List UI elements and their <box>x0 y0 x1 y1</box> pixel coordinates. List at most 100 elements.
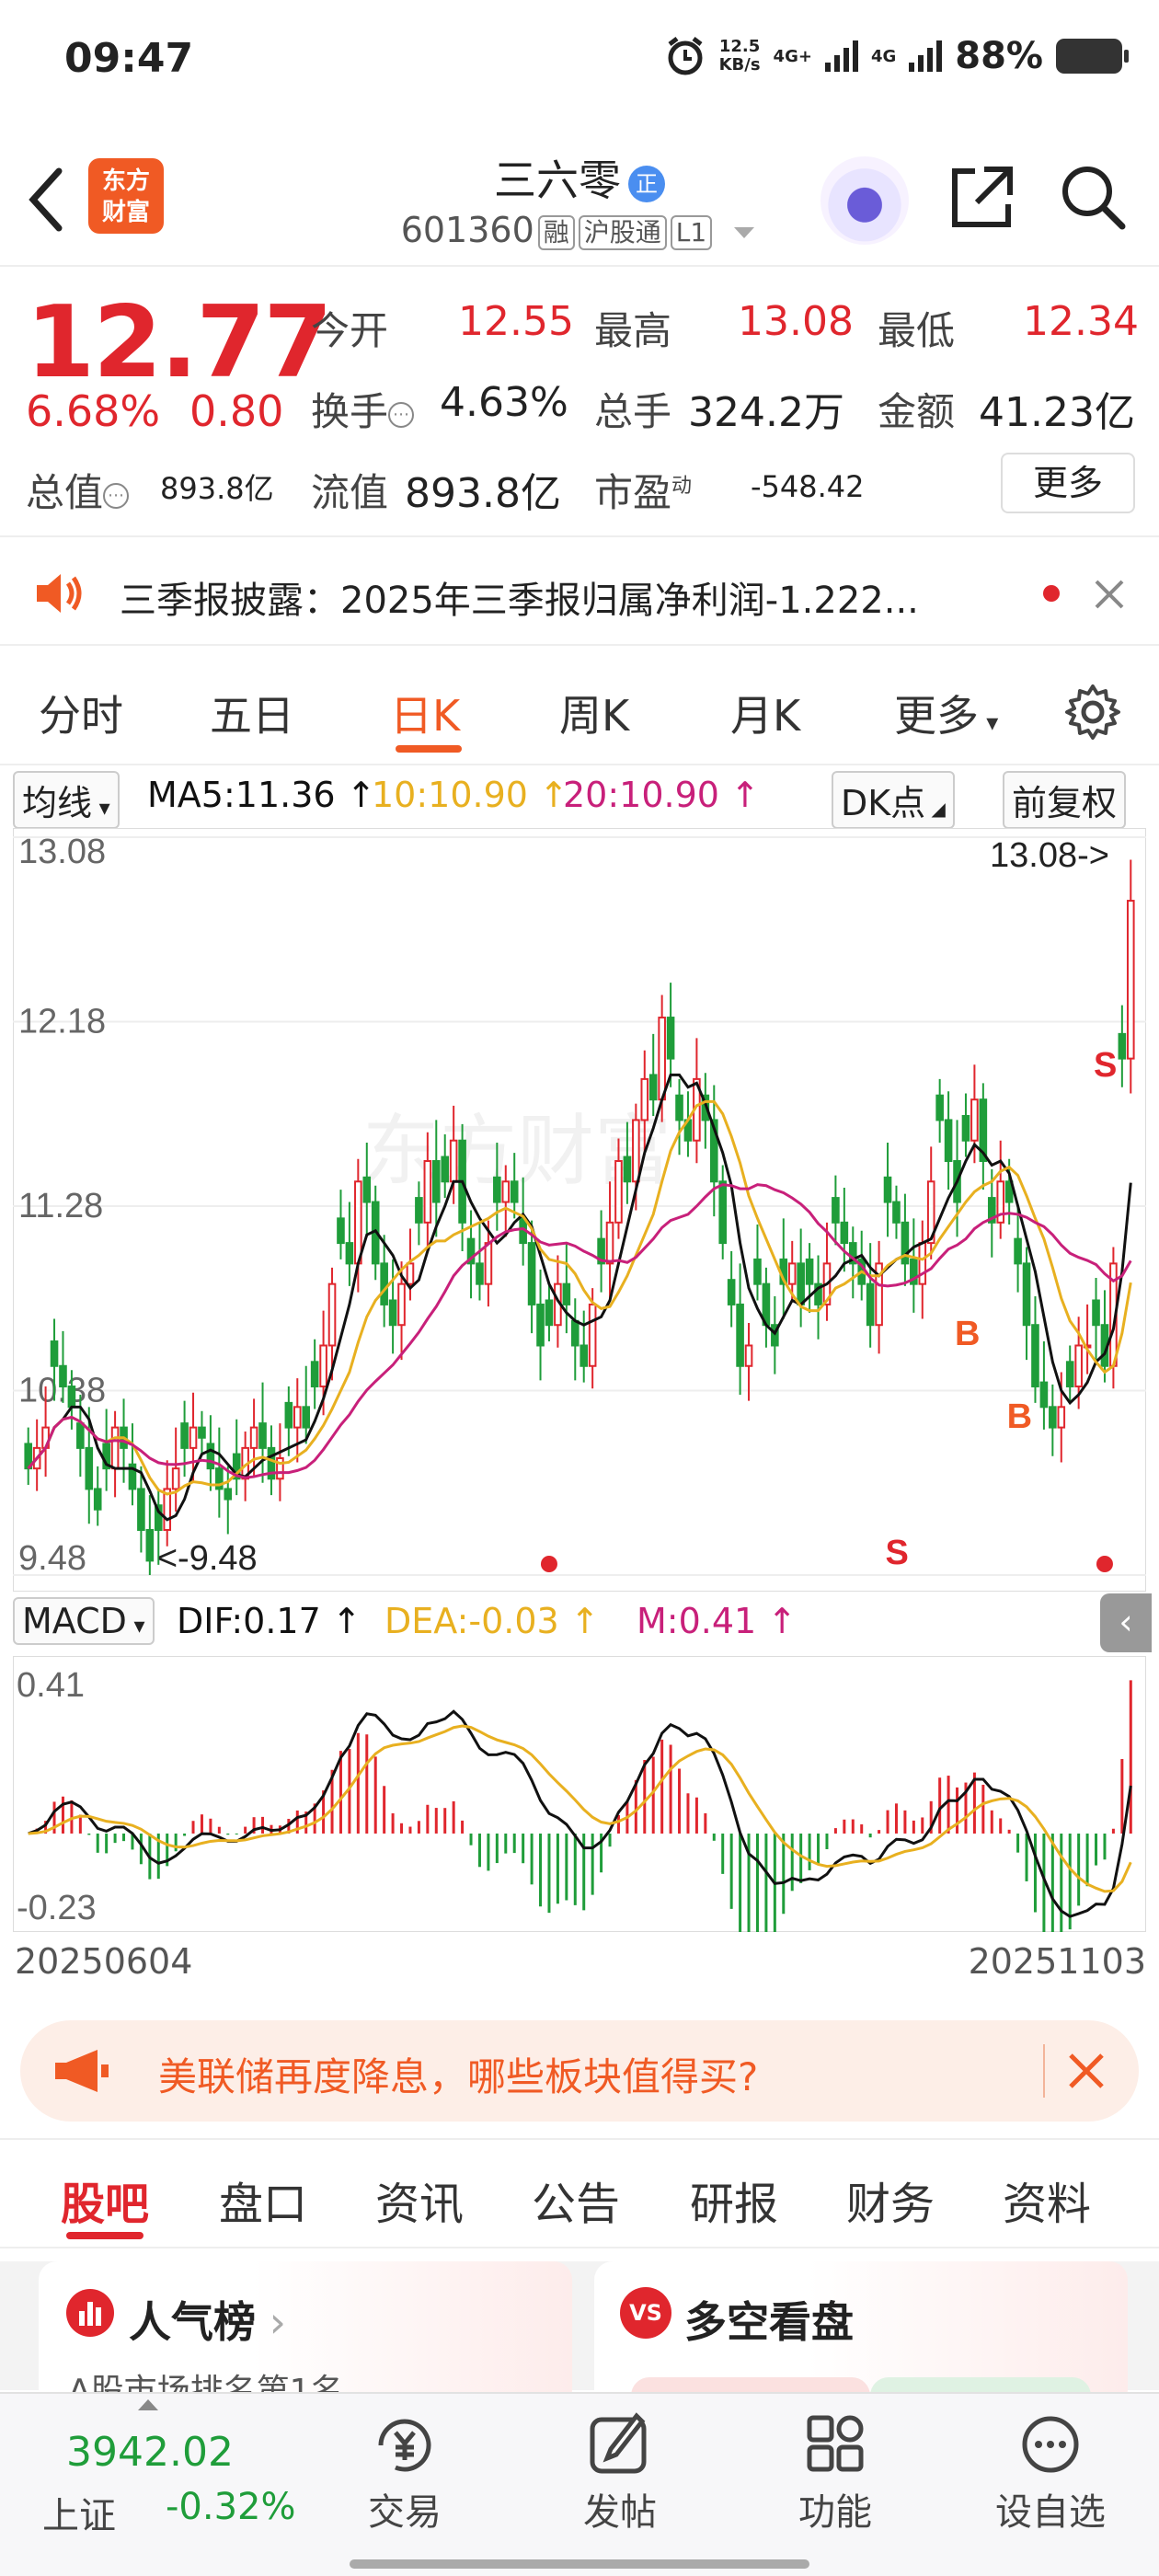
chart-frame <box>13 828 1146 1592</box>
candle-body <box>736 1303 744 1367</box>
active-tab-underline <box>396 745 462 753</box>
candle-body <box>180 1422 189 1449</box>
buy-signal-marker: B <box>955 1315 980 1353</box>
candle-body <box>397 1282 406 1327</box>
close-icon[interactable] <box>1091 576 1128 613</box>
tab-profile[interactable]: 资料 <box>1003 2168 1091 2232</box>
settings-gear-icon[interactable] <box>1063 683 1122 742</box>
kline-chart[interactable]: 13.0812.1811.2810.389.48东方财富13.08-><-9.4… <box>13 828 1146 1592</box>
alarm-icon <box>668 37 703 75</box>
tab-weekly-k[interactable]: 周K <box>559 683 629 743</box>
amount-value: 41.23亿 <box>979 389 1135 436</box>
dropdown-triangle-icon <box>734 226 755 238</box>
name-badge: 正 <box>628 165 665 202</box>
m-value: M:0.41 ↑ <box>637 1601 798 1641</box>
dea-value: DEA:-0.03 ↑ <box>384 1601 600 1641</box>
float-mv-label: 流值 <box>311 470 389 515</box>
ai-assistant-icon[interactable] <box>820 156 909 245</box>
tab-announcements[interactable]: 公告 <box>532 2168 620 2232</box>
price-tick-label: 13.08 <box>18 833 106 871</box>
candle-body <box>302 1406 311 1429</box>
price-tick-label: 9.48 <box>18 1539 86 1578</box>
close-icon[interactable] <box>1065 2050 1107 2092</box>
candle-body <box>380 1262 388 1305</box>
dk-point-button[interactable]: DK点 ◢ <box>832 771 955 829</box>
candle-body <box>536 1303 545 1347</box>
macd-chart[interactable]: 0.41 -0.23 <box>13 1656 1146 1932</box>
stock-code: 601360 <box>400 210 534 250</box>
candle-body <box>224 1488 233 1501</box>
candle-body <box>501 1180 511 1203</box>
tab-intraday[interactable]: 分时 <box>39 683 123 743</box>
notice-bar[interactable]: 三季报披露：2025年三季报归属净利润-1.222... <box>0 535 1159 646</box>
candle-body <box>67 1386 76 1409</box>
tag-margin: 融 <box>537 214 575 250</box>
change-amount: 0.80 <box>189 386 284 436</box>
tab-monthly-k[interactable]: 月K <box>730 683 800 743</box>
candle-body <box>1049 1406 1057 1429</box>
tab-finance[interactable]: 财务 <box>846 2168 935 2232</box>
ranking-icon <box>66 2289 114 2337</box>
tab-news[interactable]: 资讯 <box>375 2168 464 2232</box>
event-dot <box>1096 1556 1113 1572</box>
index-value[interactable]: 3942.02 <box>66 2429 234 2476</box>
candle-body <box>337 1217 345 1245</box>
share-icon[interactable] <box>947 162 1017 232</box>
popularity-card[interactable]: 人气榜 › A股市场排名第1名 <box>39 2261 572 2409</box>
nav-post[interactable]: 发帖 <box>546 2412 694 2536</box>
ma-selector[interactable]: 均线 ▾ <box>13 771 120 829</box>
cards-area: 人气榜 › A股市场排名第1名 VS 多空看盘 <box>0 2261 1159 2409</box>
info-icon[interactable]: ⋯ <box>388 401 415 428</box>
notice-text[interactable]: 三季报披露：2025年三季报归属净利润-1.222... <box>120 570 1021 624</box>
candle-body <box>727 1279 736 1305</box>
candle-body <box>797 1262 805 1305</box>
candle-body <box>787 1262 797 1285</box>
tab-daily-k[interactable]: 日K <box>390 683 460 743</box>
min-price-marker: <-9.48 <box>157 1539 258 1578</box>
pe-label: 市盈动 <box>594 470 693 515</box>
sell-signal-marker: S <box>885 1534 908 1572</box>
macd-selector[interactable]: MACD ▾ <box>13 1597 155 1645</box>
candle-body <box>406 1262 415 1285</box>
nav-trade[interactable]: 交易 <box>331 2412 478 2536</box>
more-button[interactable]: 更多 <box>1001 453 1135 513</box>
candle-body <box>605 1221 614 1265</box>
collapse-arrow-icon[interactable]: ‹ <box>1100 1593 1152 1652</box>
candle-body <box>258 1422 267 1449</box>
turnover-label: 换手 ⋯ <box>311 381 415 437</box>
candle-body <box>59 1364 67 1388</box>
tab-forum[interactable]: 股吧 <box>61 2168 149 2232</box>
banner-text[interactable]: 美联储再度降息，哪些板块值得买? <box>158 2046 758 2102</box>
index-name[interactable]: 上证 <box>42 2486 116 2539</box>
tab-research[interactable]: 研报 <box>690 2168 778 2232</box>
tab-orderbook[interactable]: 盘口 <box>219 2168 307 2232</box>
candle-body <box>718 1180 728 1245</box>
candle-body <box>388 1299 397 1327</box>
tag-level: L1 <box>670 214 713 250</box>
net-speed: 12.5 KB/s <box>718 37 761 75</box>
active-tab-underline <box>66 2232 143 2239</box>
search-icon[interactable] <box>1058 162 1128 232</box>
bull-bear-card[interactable]: VS 多空看盘 <box>594 2261 1128 2409</box>
adjust-button[interactable]: 前复权 <box>1003 771 1127 829</box>
candle-body <box>484 1242 493 1285</box>
info-icon[interactable]: ⋯ <box>103 482 130 509</box>
candle-body <box>744 1344 753 1367</box>
candle-body <box>1014 1237 1022 1265</box>
tab-five-day[interactable]: 五日 <box>210 683 294 743</box>
dif-value: DIF:0.17 ↑ <box>177 1601 361 1641</box>
macd-indicator-row: MACD ▾ DIF:0.17 ↑ DEA:-0.03 ↑ M:0.41 ↑ ‹ <box>0 1593 1159 1652</box>
candle-body <box>570 1319 580 1347</box>
tab-more[interactable]: 更多 ▾ <box>894 683 998 743</box>
high-value: 13.08 <box>738 298 854 345</box>
signal-bars-2-icon <box>909 40 943 72</box>
news-banner[interactable]: 美联储再度降息，哪些板块值得买? <box>20 2020 1139 2122</box>
nav-functions[interactable]: 功能 <box>762 2412 909 2536</box>
index-change[interactable]: -0.32% <box>166 2486 296 2528</box>
nav-add-watchlist[interactable]: 设自选 <box>977 2412 1124 2536</box>
banner-divider <box>1043 2044 1045 2098</box>
candle-body <box>614 1159 623 1224</box>
candle-body <box>918 1242 927 1285</box>
status-icons: 12.5 KB/s 4G+ 4G 88% <box>664 35 1129 77</box>
up-caret-icon <box>138 2399 158 2410</box>
